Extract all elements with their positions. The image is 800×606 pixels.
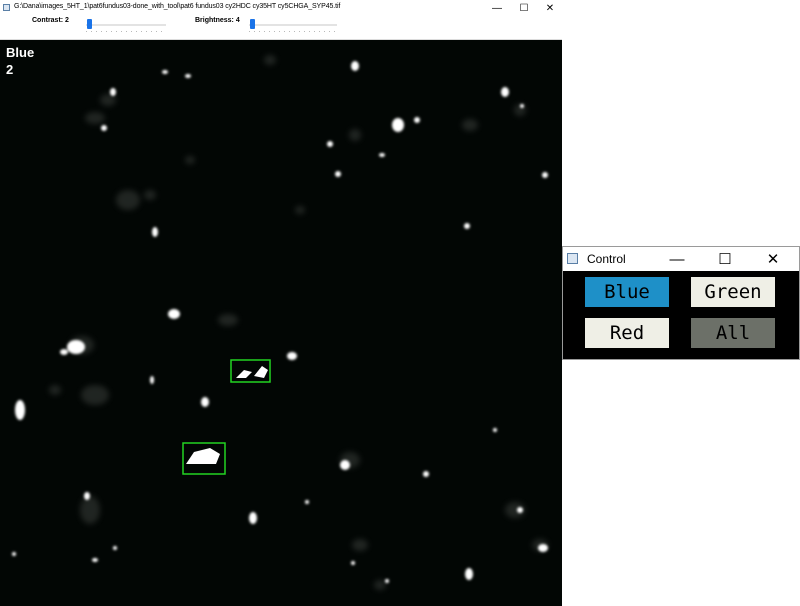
boxed-cells [186,366,268,464]
contrast-track [86,24,166,26]
window-title: G:\Dana\images_5HT_1\pat6fundus03-done_w… [14,3,341,10]
minimize-icon: — [492,2,502,14]
red-channel-button[interactable]: Red [585,318,669,348]
brightness-slider[interactable] [249,19,337,32]
control-window-title: Control [587,252,626,266]
blue-channel-button[interactable]: Blue [585,277,669,307]
brightness-track [249,24,337,26]
contrast-slider[interactable] [86,19,166,32]
maximize-button[interactable]: ☐ [511,0,537,16]
contrast-ticks [86,31,166,32]
control-panel: Blue Green Red All [563,271,799,359]
image-window-titlebar[interactable]: G:\Dana\images_5HT_1\pat6fundus03-done_w… [0,0,562,16]
brightness-label: Brightness: 4 [195,17,240,24]
control-close-button[interactable]: ✕ [751,247,795,271]
contrast-thumb[interactable] [87,19,92,29]
image-window: G:\Dana\images_5HT_1\pat6fundus03-done_w… [0,0,562,606]
app-icon [567,253,578,264]
brightness-ticks [249,31,337,32]
green-channel-button[interactable]: Green [691,277,775,307]
trackbar-toolbar: Contrast: 2 Brightness: 4 [0,16,562,40]
app-icon [3,4,10,11]
minimize-button[interactable]: — [484,0,510,16]
brightness-thumb[interactable] [250,19,255,29]
minimize-icon: — [669,250,685,268]
close-button[interactable]: ✕ [537,0,563,16]
control-minimize-button[interactable]: — [655,247,699,271]
control-window-titlebar[interactable]: Control — ☐ ✕ [563,247,799,271]
control-window: Control — ☐ ✕ Blue Green Red All [562,246,800,360]
maximize-icon: ☐ [718,251,732,268]
maximize-icon: ☐ [519,2,529,14]
channel-label: Blue [6,45,35,60]
microscopy-image [12,55,548,590]
image-canvas[interactable]: Blue 2 [0,40,562,606]
channel-value: 2 [6,62,14,77]
contrast-label: Contrast: 2 [32,17,69,24]
dim-cell-cluster [49,55,548,590]
all-channels-button[interactable]: All [691,318,775,348]
close-icon: ✕ [545,2,555,14]
control-maximize-button[interactable]: ☐ [703,247,747,271]
close-icon: ✕ [766,251,780,268]
